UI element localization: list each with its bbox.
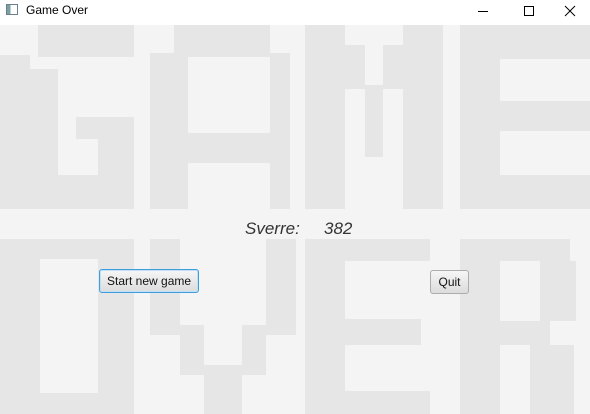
- close-button[interactable]: [550, 0, 590, 22]
- app-window-icon: [6, 4, 18, 15]
- game-over-window: Game Over Sverre: 382 Start new game Qui…: [0, 0, 590, 414]
- minimize-button[interactable]: [460, 0, 506, 22]
- quit-button[interactable]: Quit: [430, 270, 469, 294]
- player-name: Sverre:: [245, 219, 300, 238]
- game-over-panel: Sverre: 382 Start new game Quit: [0, 25, 590, 414]
- minimize-icon: [478, 11, 488, 12]
- score-display: Sverre: 382: [0, 219, 590, 239]
- maximize-icon: [524, 6, 534, 16]
- start-new-game-button[interactable]: Start new game: [99, 269, 199, 293]
- window-title: Game Over: [26, 3, 89, 17]
- title-bar[interactable]: Game Over: [0, 0, 590, 25]
- player-score: 382: [324, 219, 353, 238]
- close-icon: [564, 5, 576, 17]
- maximize-button[interactable]: [506, 0, 552, 22]
